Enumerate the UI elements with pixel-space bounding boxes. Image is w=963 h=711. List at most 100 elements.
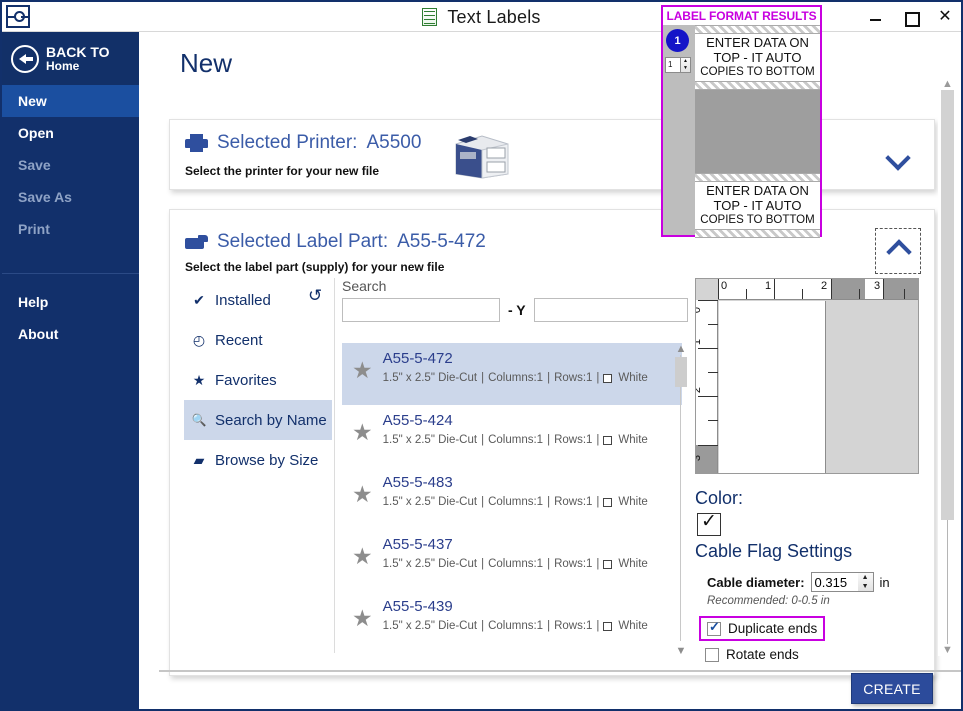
overlay-top-text-block: ENTER DATA ON TOP - IT AUTO COPIES TO BO… bbox=[695, 34, 820, 81]
sidebar-item-open[interactable]: Open bbox=[2, 117, 139, 149]
meta-sep: | bbox=[547, 431, 550, 449]
label-quantity-stepper[interactable]: 1 ▲ ▼ bbox=[665, 57, 691, 73]
content-area: New Selected Printer: A5500 Select the p… bbox=[139, 32, 961, 711]
label-part-rows: Rows:1 bbox=[554, 431, 592, 449]
label-part-list[interactable]: ★ A55-5-472 1.5" x 2.5" Die-Cut | Column… bbox=[342, 343, 682, 655]
color-checkbox[interactable] bbox=[697, 513, 721, 536]
overlay-bottom-text-block: ENTER DATA ON TOP - IT AUTO COPIES TO BO… bbox=[695, 182, 820, 229]
hatch-strip-mid2 bbox=[695, 173, 820, 182]
overlay-bottom-line3: COPIES TO BOTTOM bbox=[695, 213, 820, 228]
rotate-ends-checkbox[interactable] bbox=[705, 648, 719, 662]
create-button[interactable]: CREATE bbox=[851, 673, 933, 704]
sidebar-item-new[interactable]: New bbox=[2, 85, 139, 117]
filter-browse-by-size[interactable]: ▰ Browse by Size bbox=[184, 440, 332, 480]
label-part-rows: Rows:1 bbox=[554, 369, 592, 387]
selected-printer-subtitle: Select the printer for your new file bbox=[185, 164, 379, 178]
collapse-label-part-section-button[interactable] bbox=[875, 228, 921, 274]
sidebar-item-about[interactable]: About bbox=[2, 318, 139, 350]
duplicate-ends-label: Duplicate ends bbox=[728, 621, 817, 636]
sidebar-item-save-as: Save As bbox=[2, 181, 139, 213]
favorite-star-icon[interactable]: ★ bbox=[352, 479, 373, 529]
preview-canvas[interactable] bbox=[719, 301, 918, 473]
folder-icon: ▰ bbox=[191, 452, 207, 469]
filter-recent[interactable]: ◴ Recent bbox=[184, 320, 332, 360]
check-icon: ✔ bbox=[191, 292, 207, 309]
label-part-color: White bbox=[618, 493, 647, 511]
chevron-up-icon bbox=[887, 240, 909, 262]
sidebar-item-label: About bbox=[18, 326, 58, 342]
page-scrollbar[interactable]: ▲ ▼ bbox=[938, 78, 958, 656]
footer-divider bbox=[159, 670, 961, 672]
sidebar-spacer bbox=[2, 245, 139, 273]
page-title: New bbox=[180, 48, 232, 79]
duplicate-ends-checkbox[interactable] bbox=[707, 622, 721, 636]
label-part-columns: Columns:1 bbox=[488, 369, 543, 387]
ruler-h-tick: 0 bbox=[721, 280, 727, 292]
selected-label-part-card: Selected Label Part: A55-5-472 Select th… bbox=[169, 209, 935, 676]
label-part-list-scrollbar[interactable]: ▲ ▼ bbox=[672, 343, 690, 655]
label-part-list-item[interactable]: ★ A55-5-472 1.5" x 2.5" Die-Cut | Column… bbox=[342, 343, 682, 405]
color-swatch-icon bbox=[603, 374, 612, 383]
overlay-top-line2: TOP - IT AUTO bbox=[695, 50, 820, 65]
overlay-label-preview[interactable]: ENTER DATA ON TOP - IT AUTO COPIES TO BO… bbox=[695, 25, 820, 235]
meta-sep: | bbox=[596, 431, 599, 449]
filter-installed[interactable]: ✔ Installed ↻ bbox=[184, 280, 332, 320]
sidebar-item-label: Print bbox=[18, 221, 50, 237]
clock-icon: ◴ bbox=[191, 332, 207, 349]
label-part-list-item[interactable]: ★ A55-5-439 1.5" x 2.5" Die-Cut | Column… bbox=[342, 591, 682, 653]
list-scroll-track[interactable] bbox=[680, 355, 681, 641]
label-tape-icon bbox=[185, 235, 208, 250]
hatch-strip-top bbox=[695, 25, 820, 34]
stepper-down-icon[interactable]: ▼ bbox=[858, 582, 873, 591]
expand-printer-section-button[interactable] bbox=[875, 132, 921, 178]
label-part-columns: Columns:1 bbox=[488, 617, 543, 635]
label-part-list-item[interactable]: ★ A55-5-437 1.5" x 2.5" Die-Cut | Column… bbox=[342, 529, 682, 591]
label-quantity-value: 1 bbox=[666, 58, 680, 72]
label-part-list-item[interactable]: ★ A55-5-483 1.5" x 2.5" Die-Cut | Column… bbox=[342, 467, 682, 529]
page-scroll-up-button[interactable]: ▲ bbox=[942, 78, 953, 90]
label-part-rows: Rows:1 bbox=[554, 555, 592, 573]
list-scroll-up-button[interactable]: ▲ bbox=[675, 343, 687, 353]
quantity-up-icon[interactable]: ▲ bbox=[681, 58, 690, 65]
search-suffix-input[interactable] bbox=[534, 298, 688, 322]
quantity-stepper-buttons[interactable]: ▲ ▼ bbox=[680, 58, 690, 72]
quantity-down-icon[interactable]: ▼ bbox=[681, 65, 690, 72]
sidebar-item-help[interactable]: Help bbox=[2, 286, 139, 318]
list-scroll-down-button[interactable]: ▼ bbox=[675, 645, 687, 655]
maximize-button[interactable] bbox=[901, 7, 921, 27]
filter-label: Browse by Size bbox=[215, 452, 318, 469]
close-button[interactable]: ✕ bbox=[935, 7, 955, 27]
search-separator: - Y bbox=[508, 302, 526, 318]
rotate-ends-label: Rotate ends bbox=[726, 647, 799, 662]
overlay-gutter: 1 1 ▲ ▼ bbox=[663, 25, 695, 235]
label-format-results-body: 1 1 ▲ ▼ ENTER DATA ON TOP - IT AUTO COPI… bbox=[663, 25, 820, 235]
cable-diameter-unit: in bbox=[880, 575, 890, 590]
favorite-star-icon[interactable]: ★ bbox=[352, 603, 373, 653]
sidebar-item-label: Save bbox=[18, 157, 51, 173]
refresh-icon[interactable]: ↻ bbox=[308, 286, 322, 306]
minimize-button[interactable] bbox=[867, 7, 887, 27]
label-part-size: 1.5" x 2.5" Die-Cut bbox=[383, 555, 477, 573]
back-to-home-button[interactable]: BACK TO Home bbox=[2, 32, 139, 85]
search-prefix-input[interactable] bbox=[342, 298, 500, 322]
stepper-up-icon[interactable]: ▲ bbox=[858, 573, 873, 582]
favorite-star-icon[interactable]: ★ bbox=[352, 355, 373, 405]
printer-icon bbox=[185, 134, 208, 152]
rotate-ends-checkbox-row[interactable]: Rotate ends bbox=[705, 647, 799, 662]
label-part-name: A55-5-437 bbox=[383, 536, 453, 553]
filter-favorites[interactable]: ★ Favorites bbox=[184, 360, 332, 400]
sidebar-item-print: Print bbox=[2, 213, 139, 245]
favorite-star-icon[interactable]: ★ bbox=[352, 417, 373, 467]
label-part-list-item[interactable]: ★ A55-5-424 1.5" x 2.5" Die-Cut | Column… bbox=[342, 405, 682, 467]
window-title: Text Labels bbox=[447, 7, 540, 28]
list-scroll-thumb[interactable] bbox=[675, 357, 687, 387]
cable-diameter-stepper[interactable]: ▲ ▼ bbox=[858, 572, 874, 592]
ruler-h-tick: 3 bbox=[874, 280, 880, 292]
selected-printer-label: Selected Printer: bbox=[217, 132, 357, 154]
page-scroll-thumb[interactable] bbox=[941, 90, 954, 520]
page-scroll-down-button[interactable]: ▼ bbox=[942, 644, 953, 656]
favorite-star-icon[interactable]: ★ bbox=[352, 541, 373, 591]
duplicate-ends-checkbox-row[interactable]: Duplicate ends bbox=[699, 616, 825, 641]
cable-diameter-input[interactable] bbox=[811, 572, 859, 592]
filter-search-by-name[interactable]: 🔍 Search by Name bbox=[184, 400, 332, 440]
